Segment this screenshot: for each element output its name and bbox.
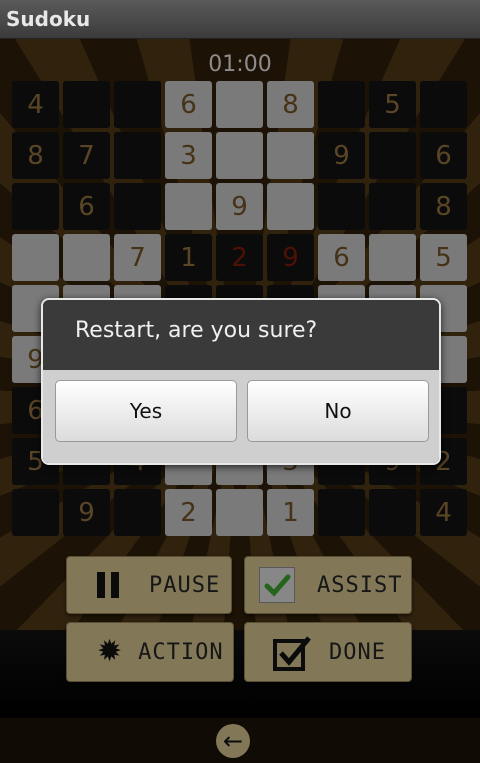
dialog-message: Restart, are you sure? bbox=[75, 318, 318, 343]
dialog-button-row: Yes No bbox=[43, 370, 439, 463]
dialog-header: Restart, are you sure? bbox=[43, 300, 439, 371]
yes-button[interactable]: Yes bbox=[55, 380, 237, 442]
app-title: Sudoku bbox=[6, 7, 91, 31]
restart-dialog: Restart, are you sure? Yes No bbox=[41, 298, 441, 465]
title-bar: Sudoku bbox=[0, 0, 480, 39]
no-button[interactable]: No bbox=[247, 380, 429, 442]
